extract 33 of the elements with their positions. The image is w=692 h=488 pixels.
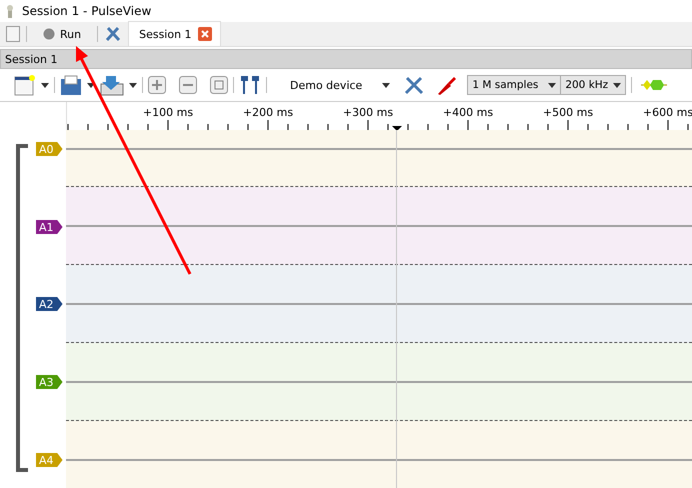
caret-icon[interactable] [87, 82, 95, 88]
cursor-icon[interactable] [239, 74, 261, 96]
save-icon[interactable] [100, 74, 124, 96]
caret-icon[interactable] [41, 82, 49, 88]
time-label: +200 ms [242, 106, 294, 119]
caret-icon[interactable] [548, 82, 556, 88]
time-label: +500 ms [542, 106, 594, 119]
zoom-fit-icon[interactable] [210, 76, 228, 94]
channel-label[interactable]: A3 [36, 375, 63, 389]
probe-icon[interactable] [436, 74, 458, 96]
new-session-icon[interactable] [6, 26, 20, 42]
new-icon[interactable] [14, 74, 36, 96]
status-icon [43, 28, 55, 40]
samplerate-dropdown[interactable]: 200 kHz [560, 75, 626, 95]
run-button[interactable]: Run [33, 28, 92, 40]
session-tab[interactable]: Session 1 [128, 21, 221, 46]
channel-label[interactable]: A2 [36, 297, 63, 311]
caret-icon[interactable] [382, 82, 390, 88]
zoom-out-icon[interactable] [179, 76, 197, 94]
device-dropdown[interactable]: Demo device [282, 78, 398, 92]
session-header: Session 1 [0, 49, 692, 69]
caret-icon[interactable] [613, 82, 622, 88]
app-icon [4, 4, 16, 18]
channel-label[interactable]: A1 [36, 220, 63, 234]
window-title: Session 1 - PulseView [22, 4, 152, 18]
zoom-in-icon[interactable] [148, 76, 166, 94]
time-label: +400 ms [442, 106, 494, 119]
samples-dropdown[interactable]: 1 M samples [467, 75, 562, 95]
caret-icon[interactable] [129, 82, 137, 88]
time-label: +300 ms [342, 106, 394, 119]
close-icon[interactable] [198, 27, 212, 41]
folder-icon[interactable] [60, 74, 82, 96]
time-label: +100 ms [142, 106, 194, 119]
